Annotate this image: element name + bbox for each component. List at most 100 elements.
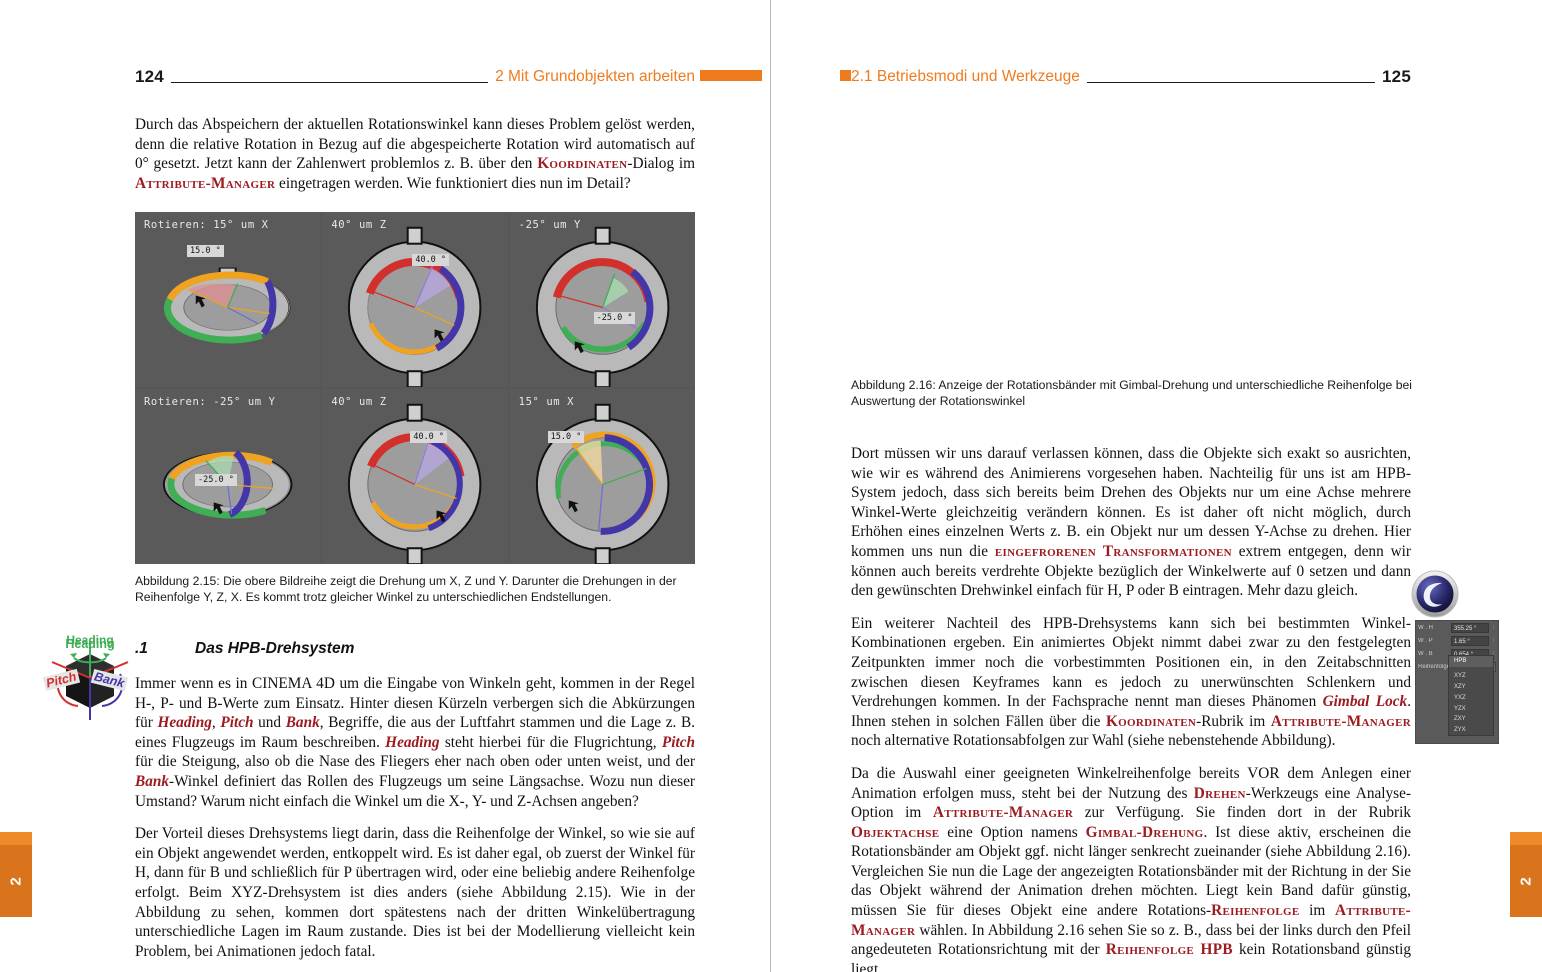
coord-label-reihenfolge: Reihenfolge [1418, 663, 1449, 670]
nachteil-text-c: -Rubrik im [1196, 712, 1271, 730]
gear-cell-6-label: 15° um X [518, 396, 575, 408]
sc-reihenfolge-hpb: Reihenfolge HPB [1105, 941, 1233, 959]
em-heading-1: Heading [157, 714, 212, 732]
hpb-text-f: -Winkel definiert das Rollen des Flugzeu… [135, 772, 695, 810]
hpb-heading-text: Heading [65, 637, 115, 651]
gear-cell-1-label: Rotieren: 15° um X [144, 219, 269, 231]
dropdown-item-xzy[interactable]: XZY [1449, 682, 1493, 693]
gear-cell-4-label: Rotieren: -25° um Y [144, 396, 276, 408]
sc-koordinaten-1: Koordinaten [1105, 712, 1197, 730]
chapter-edge-tab-left: 2 [0, 832, 32, 917]
paragraph-vorteil: Der Vorteil dieses Drehsystems liegt dar… [135, 825, 695, 960]
right-body-block: Dort müssen wir uns darauf verlassen kön… [851, 444, 1411, 972]
coord-spinner-p[interactable]: ⁞ [1491, 638, 1496, 644]
chapter-edge-tab-right: 2 [1510, 832, 1542, 917]
coord-label-b: W . B [1418, 650, 1433, 657]
sc-eingefrorene-transformationen: eingefrorenen Transformationen [994, 542, 1232, 560]
gear-cell-3-tooltip: -25.0 ° [593, 312, 636, 324]
gear-cell-2-label: 40° um Z [331, 219, 387, 231]
nachteil-text-d: noch alternative Rotationsabfolgen zur W… [851, 732, 1336, 750]
paragraph-hpb: Immer wenn es in CINEMA 4D um die Eingab… [135, 675, 696, 810]
intro-sc-koordinaten: Koordinaten [537, 155, 628, 173]
left-page: 124 2 Mit Grundobjekten arbeiten Durch d… [0, 0, 770, 972]
right-runhead-rule [1086, 72, 1376, 83]
hpb-text-b: und [253, 714, 286, 732]
edge-tab-cap-right [1510, 832, 1542, 845]
left-runhead-rule [170, 72, 489, 83]
em-bank-1: Bank [285, 714, 320, 732]
dropdown-item-zyx[interactable]: ZYX [1449, 725, 1493, 736]
cinema4d-logo-svg [1411, 570, 1459, 618]
intro-text-c: eingetragen werden. Wie funktioniert die… [275, 174, 631, 192]
dropdown-item-yzx[interactable]: YZX [1449, 703, 1493, 714]
gear-cell-3: -25° um Y -25.0 ° [509, 212, 695, 387]
auswahl-text-d: eine Option namens [939, 823, 1086, 841]
dropdown-item-yxz[interactable]: YXZ [1449, 692, 1493, 703]
section-heading: .1 Das HPB-Drehsystem [135, 640, 695, 658]
dropdown-item-xyz[interactable]: XYZ [1449, 671, 1493, 682]
book-spread: 124 2 Mit Grundobjekten arbeiten Durch d… [0, 0, 1542, 972]
figure-2-15: Rotieren: 15° um X 15.0 ° 40° um Z 40.0 … [135, 212, 695, 564]
coord-value-h[interactable]: 355.25 ° [1451, 622, 1489, 633]
edge-tab-number-left: 2 [7, 876, 25, 886]
edge-tab-cap-left [0, 832, 32, 845]
paragraph-dort: Dort müssen wir uns darauf verlassen kön… [851, 444, 1411, 601]
right-folio: 125 [1382, 67, 1411, 86]
gear-cell-2-tooltip: 40.0 ° [412, 254, 450, 266]
gear-illustration-5 [348, 403, 482, 564]
sc-reihenfolge: Reihenfolge [1211, 902, 1300, 920]
right-runhead-square [840, 70, 851, 81]
left-running-title: 2 Mit Grundobjekten arbeiten [495, 68, 695, 85]
gear-illustration-2 [348, 226, 482, 387]
cinema4d-logo-icon [1409, 568, 1461, 620]
gear-illustration-1 [164, 267, 291, 344]
gear-cell-5: 40° um Z 40.0 ° [322, 389, 508, 564]
em-pitch-2: Pitch [661, 733, 696, 751]
coord-row-h: W . H 355.25 ° ⁞ [1416, 621, 1498, 634]
em-pitch-1: Pitch [220, 714, 254, 732]
section-number: .1 [135, 640, 148, 657]
right-running-head: 2.1 Betriebsmodi und Werkzeuge 125 [851, 64, 1411, 90]
sc-objektachse: Objektachse [851, 823, 940, 841]
gear-cell-1-tooltip: 15.0 ° [187, 245, 224, 257]
left-folio: 124 [135, 67, 164, 86]
gear-illustration-6 [535, 403, 670, 564]
gear-cell-3-label: -25° um Y [518, 219, 581, 231]
left-intro-paragraph: Durch das Abspeichern der aktuellen Rota… [135, 115, 695, 193]
dropdown-item-zxy[interactable]: ZXY [1449, 714, 1493, 725]
intro-sc-attrmanager: Attribute-Manager [135, 174, 276, 192]
left-runhead-bar [700, 70, 762, 81]
gear-cell-4: Rotieren: -25° um Y -25.0 ° [135, 389, 321, 564]
figure-2-15-caption: Abbildung 2.15: Die obere Bildreihe zeig… [135, 574, 677, 604]
right-page: 2.1 Betriebsmodi und Werkzeuge 125 Abbil… [771, 0, 1542, 972]
gear-cell-6-tooltip: 15.0 ° [547, 431, 585, 443]
figure-2-16-caption: Abbildung 2.16: Anzeige der Rotationsbän… [851, 378, 1412, 408]
coord-label-p: W . P [1418, 637, 1433, 644]
coord-spinner-h[interactable]: ⁞ [1491, 625, 1496, 631]
dropdown-item-hpb[interactable]: HPB [1449, 656, 1493, 667]
gear-cell-5-label: 40° um Z [331, 396, 387, 408]
coord-label-h: W . H [1418, 624, 1433, 631]
gear-cell-1: Rotieren: 15° um X 15.0 ° [135, 212, 321, 387]
reihenfolge-dropdown-menu[interactable]: HPB XYZ XZY YXZ YZX ZXY ZYX [1448, 655, 1494, 737]
sc-drehen: Drehen [1193, 784, 1246, 802]
coord-row-p: W . P 1.65 ° ⁞ [1416, 634, 1498, 647]
em-gimbal-lock: Gimbal Lock [1322, 693, 1408, 711]
auswahl-text-f: im [1299, 902, 1336, 920]
sc-attrmanager-2: Attribute-Manager [932, 804, 1074, 822]
left-lower-block: .1 Das HPB-Drehsystem Immer wenn es in CI… [135, 640, 695, 961]
gear-cell-5-tooltip: 40.0 ° [410, 431, 448, 443]
hpb-text-d: steht hierbei für die Flugrichtung, [439, 733, 662, 751]
gear-cell-2: 40° um Z 40.0 ° [322, 212, 508, 387]
paragraph-nachteil: Ein weiterer Nachteil des HPB-Drehsystem… [851, 614, 1411, 751]
em-heading-2: Heading [385, 733, 440, 751]
right-running-title: 2.1 Betriebsmodi und Werkzeuge [851, 68, 1080, 85]
gear-cell-6: 15° um X 15.0 ° [509, 389, 695, 564]
paragraph-auswahl: Da die Auswahl einer geeigneten Winkelre… [851, 764, 1411, 972]
coord-value-p[interactable]: 1.65 ° [1451, 635, 1489, 646]
left-running-head: 124 2 Mit Grundobjekten arbeiten [135, 64, 695, 90]
gear-illustration-3 [535, 226, 670, 387]
intro-text-b: -Dialog im [627, 155, 696, 173]
left-intro-block: Durch das Abspeichern der aktuellen Rota… [135, 115, 695, 193]
section-title: Das HPB-Drehsystem [195, 640, 355, 657]
